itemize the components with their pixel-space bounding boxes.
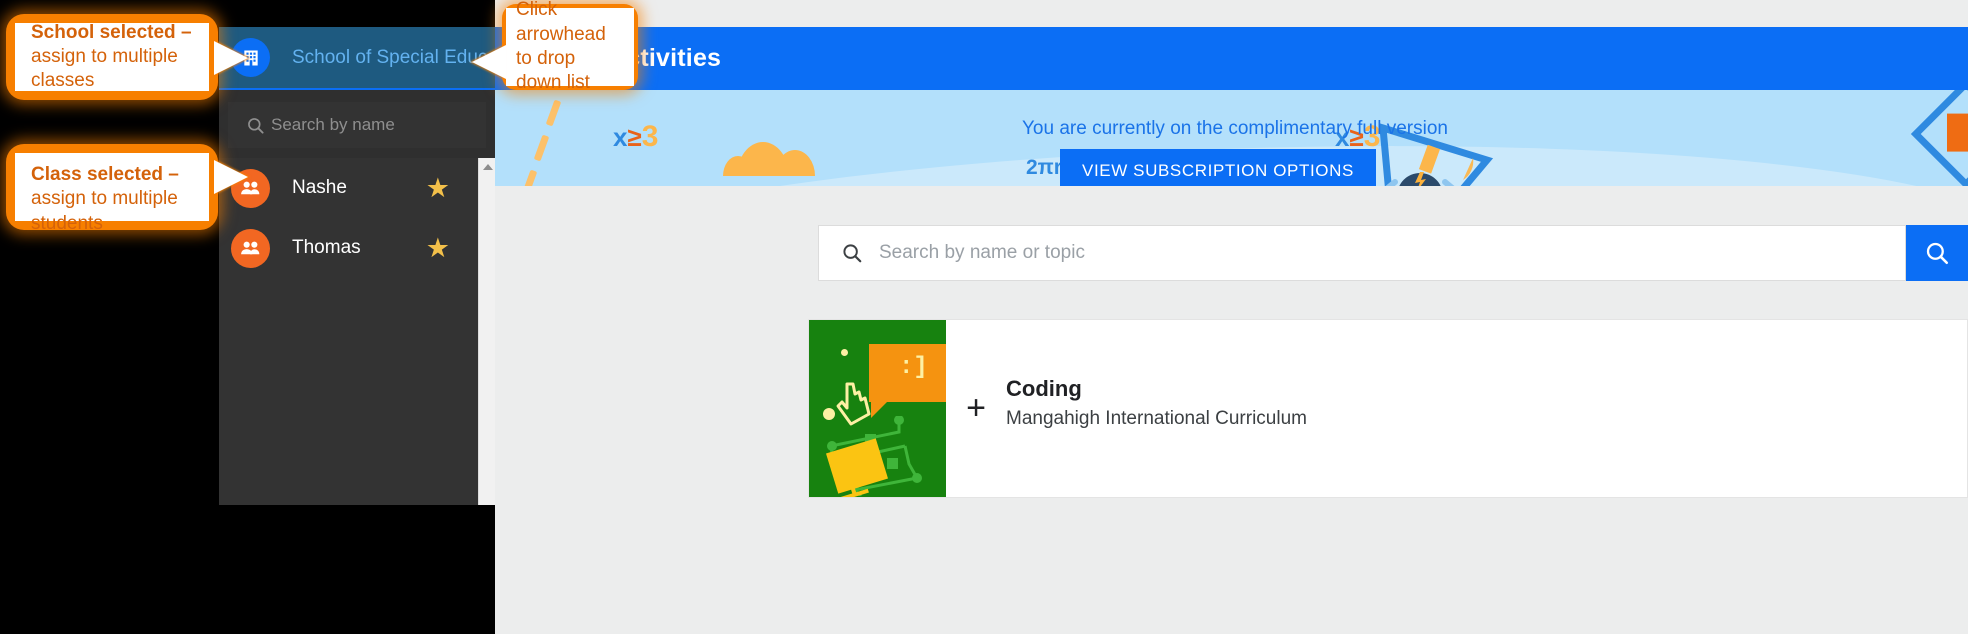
callout-school-selected: School selected – assign to multiple cla… xyxy=(6,14,218,100)
callout-class-text: Class selected – assign to multiple stud… xyxy=(15,153,209,234)
search-field-wrapper[interactable] xyxy=(818,225,1906,281)
banner-bottom-spacer xyxy=(495,186,1968,210)
banner-dash-2 xyxy=(533,134,550,162)
callout-class-bold: Class selected – xyxy=(31,164,179,185)
banner-inequality-left: x≥3 xyxy=(613,120,658,154)
complimentary-version-notice: You are currently on the complimentary f… xyxy=(1022,118,1448,139)
add-activity-button[interactable]: + xyxy=(946,320,1006,497)
search-icon xyxy=(248,117,264,134)
group-people-icon xyxy=(231,228,270,268)
banner-ineq-left-x: x xyxy=(613,122,628,152)
callout-click-arrowhead: Click arrowhead to drop down list xyxy=(502,0,638,93)
banner-ineq-left-num: 3 xyxy=(641,120,659,153)
dropdown-item-list: Nashe ★ Thomas ★ xyxy=(219,158,478,505)
dropdown-scrollbar[interactable] xyxy=(478,158,495,505)
application-window: Activities x≥3 x≥3 2πr You are currently… xyxy=(495,0,1968,634)
search-icon xyxy=(1926,242,1949,265)
activities-search-row xyxy=(818,225,1968,281)
callout-click-line2: to drop down list xyxy=(516,48,590,94)
group-people-glyph xyxy=(241,241,260,254)
search-submit-button[interactable] xyxy=(1906,225,1968,281)
thumb-dot-1 xyxy=(841,349,848,356)
callout-school-rest: assign to multiple classes xyxy=(31,45,178,92)
class-dropdown-panel: Nashe ★ Thomas ★ xyxy=(219,90,495,505)
activity-card-text: Coding Mangahigh International Curriculu… xyxy=(1006,320,1307,497)
favorite-star-icon[interactable]: ★ xyxy=(426,174,450,202)
activity-title: Coding xyxy=(1006,376,1082,401)
list-item-label: Thomas xyxy=(292,237,361,258)
callout-class-arrow xyxy=(214,160,248,194)
screenshot-canvas: Activities x≥3 x≥3 2πr You are currently… xyxy=(0,0,1968,634)
callout-class-rest: assign to multiple students xyxy=(31,188,178,234)
school-selector-row[interactable]: School of Special Educ… xyxy=(219,27,532,88)
banner-diamond-inner xyxy=(1947,113,1968,152)
callout-school-text: School selected – assign to multiple cla… xyxy=(15,21,209,92)
scroll-up-arrow-icon[interactable] xyxy=(483,164,493,170)
list-item[interactable]: Nashe ★ xyxy=(219,158,478,218)
list-item-label: Nashe xyxy=(292,177,347,198)
callout-click-arrow xyxy=(472,45,506,79)
dropdown-search-input[interactable] xyxy=(269,114,473,136)
search-input[interactable] xyxy=(877,241,1905,265)
activity-card[interactable]: :] + Coding Mangahigh International Curr… xyxy=(808,319,1968,498)
coding-thumbnail: :] xyxy=(809,320,946,497)
callout-school-bold: School selected – xyxy=(31,21,192,43)
banner-ineq-left-op: ≥ xyxy=(627,122,642,152)
callout-click-line1: Click arrowhead xyxy=(516,0,606,45)
banner-two-pi-r: 2πr xyxy=(1026,156,1062,179)
thumb-smiley-face: :] xyxy=(899,354,928,381)
dropdown-search-wrapper[interactable] xyxy=(228,102,486,148)
search-icon xyxy=(843,244,862,263)
app-header-bar: Activities xyxy=(495,27,1968,90)
list-item[interactable]: Thomas ★ xyxy=(219,218,478,278)
banner-diamond-icon xyxy=(1910,90,1968,190)
callout-class-selected: Class selected – assign to multiple stud… xyxy=(6,144,218,234)
banner-dash-1 xyxy=(545,99,562,127)
callout-school-arrow xyxy=(214,41,248,75)
callout-click-text: Click arrowhead to drop down list xyxy=(506,0,634,93)
activity-subtitle: Mangahigh International Curriculum xyxy=(1006,408,1307,429)
favorite-star-icon[interactable]: ★ xyxy=(426,234,450,262)
